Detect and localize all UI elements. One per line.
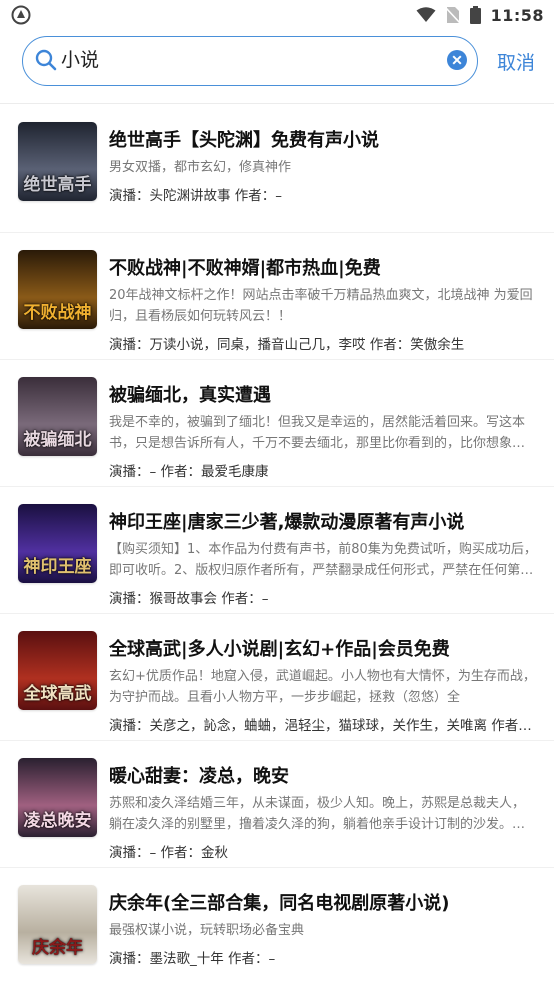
book-title: 暖心甜妻：凌总，晚安 [109, 766, 289, 787]
cover-title: 被骗缅北 [23, 430, 92, 450]
book-meta: 演播：猴哥故事会 作者：– [109, 591, 269, 607]
book-cover: 全球高武 [18, 631, 97, 710]
book-meta: 演播：头陀渊讲故事 作者：– [109, 188, 283, 204]
search-box[interactable] [22, 36, 478, 86]
status-bar: 11:58 [0, 0, 554, 30]
book-cover: 庆余年 [18, 885, 97, 964]
search-header: 取消 [0, 30, 554, 104]
list-item[interactable]: 神印王座 神印王座|唐家三少著,爆款动漫原著有声小说 【购买须知】1、本作品为付… [0, 487, 554, 614]
book-description: 最强权谋小说，玩转职场必备宝典 [109, 923, 305, 938]
clear-icon[interactable] [446, 49, 468, 71]
book-description: 玄幻+优质作品！地窟入侵，武道崛起。小人物也有大情怀，为生存而战，为守护而战。且… [109, 669, 536, 705]
wifi-icon [416, 7, 436, 22]
book-cover: 绝世高手 [18, 122, 97, 201]
book-meta: 演播：墨法歌_十年 作者：– [109, 951, 276, 967]
app-notification-icon [11, 5, 31, 25]
book-description: 我是不幸的，被骗到了缅北！但我又是幸运的，居然能活着回来。写这本书，只是想告诉所… [109, 415, 526, 451]
book-cover: 不败战神 [18, 250, 97, 329]
list-item[interactable]: 绝世高手 绝世高手【头陀渊】免费有声小说 男女双播，都市玄幻，修真神作 演播：头… [0, 105, 554, 233]
book-meta: 演播：– 作者：最爱毛康康 [109, 464, 269, 480]
cover-title: 凌总晚安 [23, 811, 92, 831]
cover-title: 全球高武 [23, 684, 92, 704]
book-description: 20年战神文标杆之作！网站点击率破千万精品热血爽文，北境战神 为爱回归，且看杨辰… [109, 288, 533, 324]
book-cover: 凌总晚安 [18, 758, 97, 837]
list-item[interactable]: 庆余年 庆余年(全三部合集，同名电视剧原著小说) 最强权谋小说，玩转职场必备宝典… [0, 868, 554, 986]
search-input[interactable] [61, 37, 421, 84]
cancel-button[interactable]: 取消 [497, 48, 535, 75]
clock: 11:58 [490, 5, 544, 25]
book-description: 苏熙和凌久泽结婚三年，从未谋面，极少人知。晚上，苏熙是总裁夫人，躺在凌久泽的别墅… [109, 796, 526, 832]
cover-title: 庆余年 [32, 938, 83, 958]
battery-icon [469, 6, 481, 24]
book-title: 庆余年(全三部合集，同名电视剧原著小说) [109, 893, 450, 914]
search-icon [35, 49, 57, 71]
list-item[interactable]: 凌总晚安 暖心甜妻：凌总，晚安 苏熙和凌久泽结婚三年，从未谋面，极少人知。晚上，… [0, 741, 554, 868]
list-item[interactable]: 不败战神 不败战神|不败神婿|都市热血|免费 20年战神文标杆之作！网站点击率破… [0, 233, 554, 360]
book-meta: 演播：万读小说，同桌，播音山己几，李哎 作者：笑傲余生 [109, 337, 465, 353]
results-list: 绝世高手 绝世高手【头陀渊】免费有声小说 男女双播，都市玄幻，修真神作 演播：头… [0, 105, 554, 986]
book-cover: 神印王座 [18, 504, 97, 583]
cover-title: 不败战神 [23, 303, 92, 323]
cover-title: 神印王座 [23, 557, 92, 577]
book-description: 【购买须知】1、本作品为付费有声书，前80集为免费试听，购买成功后，即可收听。2… [109, 542, 537, 578]
book-title: 绝世高手【头陀渊】免费有声小说 [109, 130, 379, 151]
cover-title: 绝世高手 [23, 175, 92, 195]
book-meta: 演播：– 作者：金秋 [109, 845, 229, 861]
no-sim-icon [445, 7, 460, 24]
list-item[interactable]: 全球高武 全球高武|多人小说剧|玄幻+作品|会员免费 玄幻+优质作品！地窟入侵，… [0, 614, 554, 741]
book-description: 男女双播，都市玄幻，修真神作 [109, 160, 292, 175]
book-title: 全球高武|多人小说剧|玄幻+作品|会员免费 [109, 639, 450, 660]
book-title: 被骗缅北，真实遭遇 [109, 385, 271, 406]
list-item[interactable]: 被骗缅北 被骗缅北，真实遭遇 我是不幸的，被骗到了缅北！但我又是幸运的，居然能活… [0, 360, 554, 487]
book-meta: 演播：关彦之，訫念，蛐蛐，浥轻尘，猫球球，关作生，关唯离 作者：… [109, 718, 537, 734]
book-title: 不败战神|不败神婿|都市热血|免费 [109, 258, 381, 279]
book-title: 神印王座|唐家三少著,爆款动漫原著有声小说 [109, 512, 465, 533]
book-cover: 被骗缅北 [18, 377, 97, 456]
